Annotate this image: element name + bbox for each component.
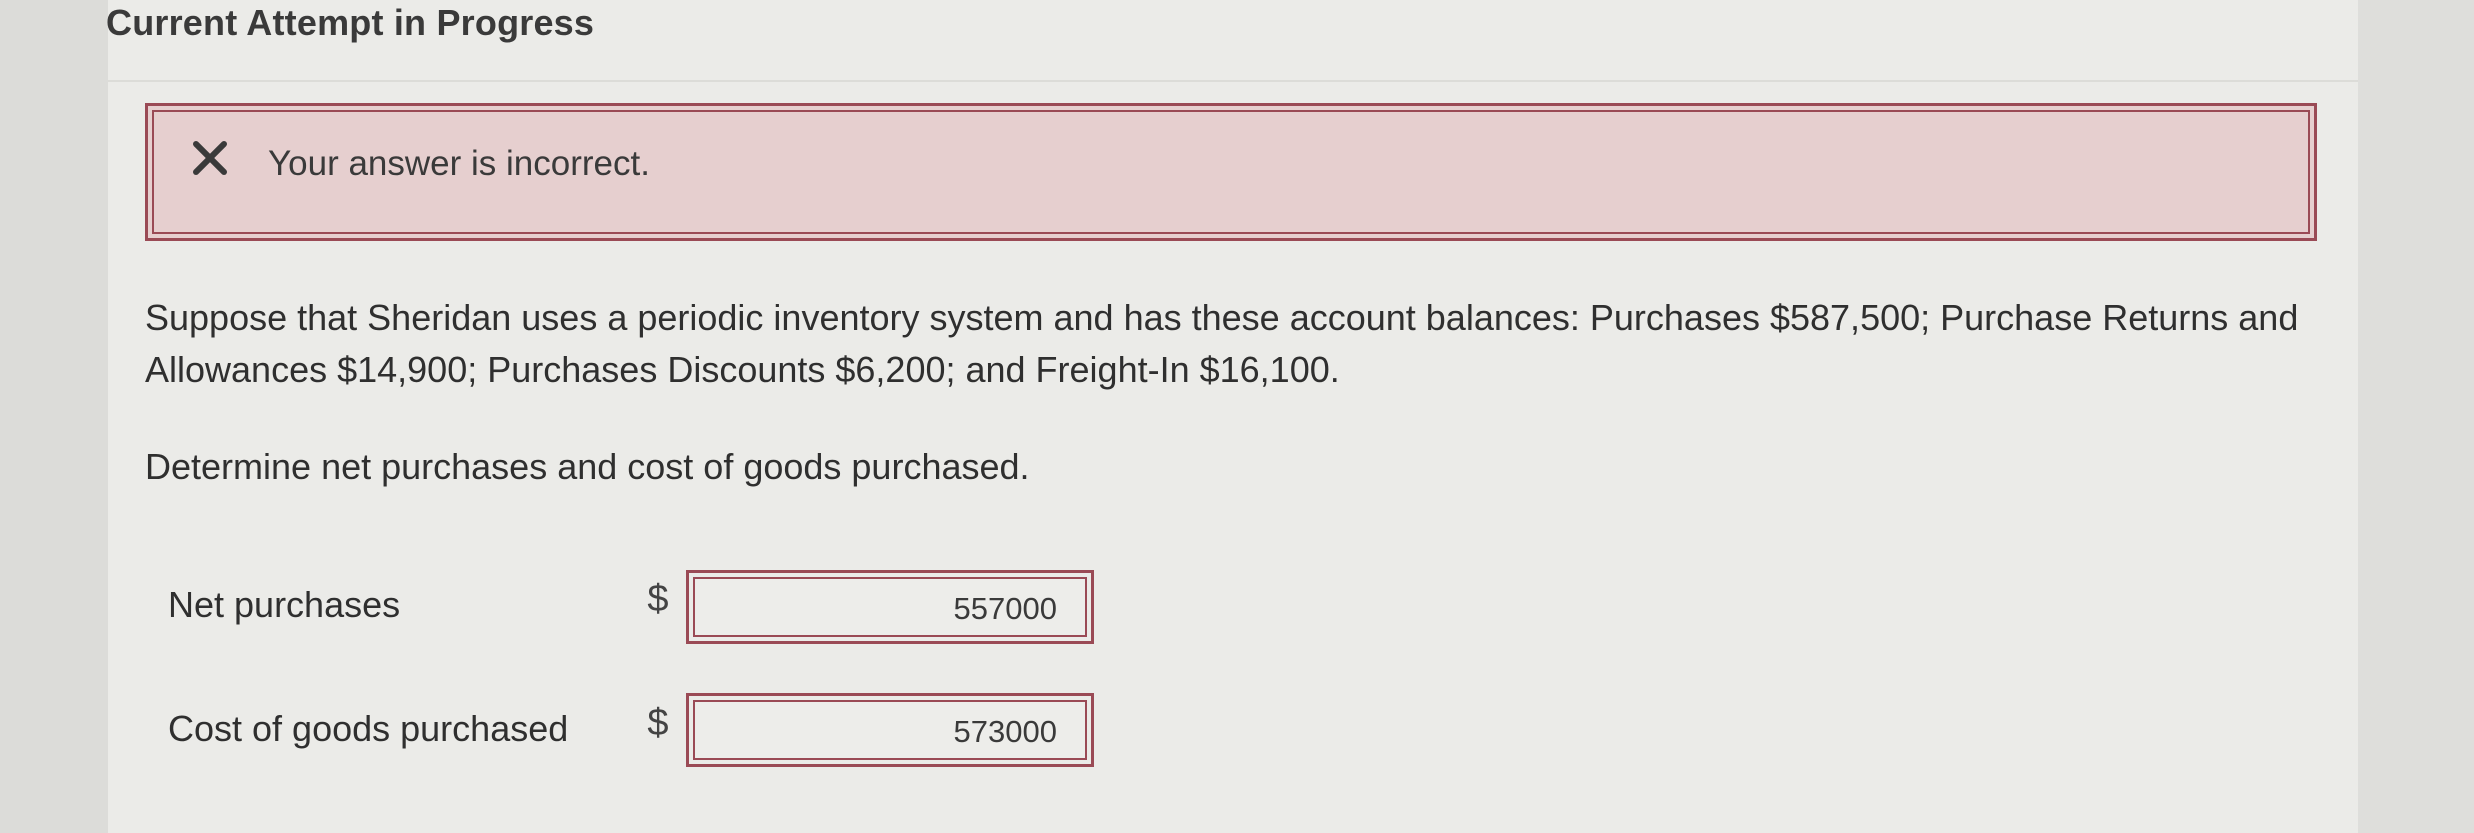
- feedback-message: Your answer is incorrect.: [268, 144, 650, 183]
- cost-of-goods-value: 573000: [953, 714, 1057, 749]
- feedback-alert: Your answer is incorrect.: [145, 103, 2317, 241]
- header-divider: [108, 80, 2358, 82]
- net-purchases-currency: $: [647, 578, 669, 620]
- question-prompt: Determine net purchases and cost of good…: [145, 446, 1030, 487]
- cost-of-goods-input[interactable]: 573000: [686, 693, 1094, 767]
- net-purchases-input[interactable]: 557000: [686, 570, 1094, 644]
- close-icon: [188, 136, 232, 180]
- question-text: Suppose that Sheridan uses a periodic in…: [145, 297, 2299, 390]
- cost-of-goods-input-inner[interactable]: 573000: [693, 700, 1087, 760]
- net-purchases-label: Net purchases: [168, 584, 401, 625]
- right-margin: [2340, 0, 2474, 833]
- left-margin: [0, 0, 108, 833]
- page-title: Current Attempt in Progress: [106, 2, 595, 43]
- net-purchases-value: 557000: [953, 591, 1057, 626]
- cost-of-goods-label: Cost of goods purchased: [168, 708, 569, 749]
- net-purchases-input-inner[interactable]: 557000: [693, 577, 1087, 637]
- cost-of-goods-currency: $: [647, 702, 669, 744]
